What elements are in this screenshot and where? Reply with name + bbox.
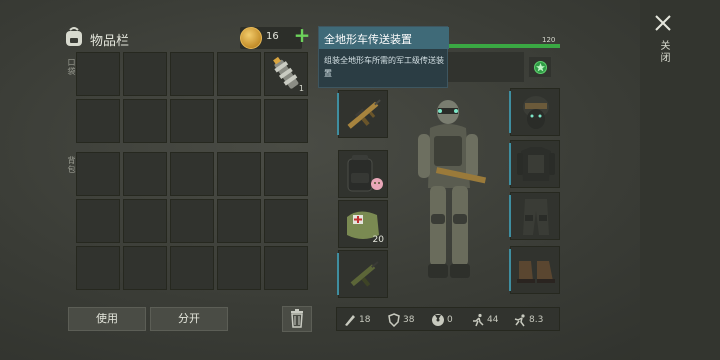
backpack-slot[interactable] xyxy=(217,199,261,243)
add-coins-button[interactable]: + xyxy=(292,24,312,48)
backpack-slot[interactable] xyxy=(170,246,214,290)
pants-slot[interactable] xyxy=(509,192,560,240)
helmet-icon xyxy=(523,96,549,129)
pocket-slot-teleporter[interactable]: 1 xyxy=(264,52,308,96)
item-quantity: 1 xyxy=(298,84,304,93)
inventory-header: 物品栏 16 + xyxy=(64,24,314,52)
backpack-slot[interactable] xyxy=(217,152,261,196)
backpack-grid xyxy=(76,152,308,290)
rank-button[interactable] xyxy=(528,56,552,78)
helmet-slot[interactable] xyxy=(509,88,560,136)
item-tooltip: 全地形车传送装置 组装全地形车所需的军工级传送装置 xyxy=(318,26,449,88)
backpack-slot[interactable] xyxy=(217,246,261,290)
pocket-slot[interactable] xyxy=(76,52,120,96)
body-armor-icon xyxy=(517,147,555,181)
consumable-quantity: 20 xyxy=(372,235,384,245)
boots-icon xyxy=(517,261,555,283)
backpack-slot[interactable] xyxy=(170,152,214,196)
experience-value: 120 xyxy=(542,36,556,44)
backpack-slot[interactable] xyxy=(264,152,308,196)
backpack-slot[interactable] xyxy=(264,199,308,243)
pocket-slot[interactable] xyxy=(123,52,167,96)
pocket-grid: 1 xyxy=(76,52,308,143)
backpack-equipment-slot[interactable] xyxy=(338,150,388,198)
secondary-weapon-slot[interactable] xyxy=(337,250,388,298)
knife-icon xyxy=(345,315,355,326)
backpack-slot[interactable] xyxy=(123,152,167,196)
tooltip-title: 全地形车传送装置 xyxy=(319,27,449,49)
player-character xyxy=(418,100,487,278)
inventory-title: 物品栏 xyxy=(90,34,130,49)
shield-icon xyxy=(388,313,400,327)
radiation-icon xyxy=(432,314,444,326)
trash-icon xyxy=(291,309,303,328)
pocket-slot[interactable] xyxy=(170,52,214,96)
pocket-slot[interactable] xyxy=(217,52,261,96)
backpack-icon xyxy=(66,27,82,46)
game-inventory-screen: 物品栏 16 + 口袋 1 背包 使用 分开 120 全地形车传送装置 组装全地… xyxy=(0,0,720,360)
pocket-slot[interactable] xyxy=(264,99,308,143)
backpack-slot[interactable] xyxy=(76,246,120,290)
consumable-slot[interactable]: 20 xyxy=(338,200,388,248)
use-button[interactable]: 使用 xyxy=(68,307,146,331)
submachine-gun-icon xyxy=(350,261,379,287)
pants-icon xyxy=(523,199,549,235)
right-side-strip xyxy=(640,0,720,360)
info-box xyxy=(448,52,524,82)
backpack-slot[interactable] xyxy=(170,199,214,243)
star-icon xyxy=(534,61,547,74)
backpack-slot[interactable] xyxy=(123,246,167,290)
pocket-slot[interactable] xyxy=(76,99,120,143)
primary-weapon-slot[interactable] xyxy=(337,90,388,138)
character-stats-bar: 18 38 0 44 8.3 xyxy=(336,307,560,331)
close-label[interactable]: 关闭 xyxy=(656,40,671,64)
backpack-slot[interactable] xyxy=(76,199,120,243)
body-armor-slot[interactable] xyxy=(509,140,560,188)
coin-icon xyxy=(240,27,262,49)
experience-bar xyxy=(448,44,560,48)
backpack-slot[interactable] xyxy=(123,199,167,243)
backpack-slot[interactable] xyxy=(264,246,308,290)
pocket-slot[interactable] xyxy=(170,99,214,143)
tooltip-description: 组装全地形车所需的军工级传送装置 xyxy=(324,56,444,78)
sneaking-icon xyxy=(514,314,525,327)
backpack-gear-icon xyxy=(347,155,383,192)
backpack-slot[interactable] xyxy=(76,152,120,196)
running-icon xyxy=(473,313,484,327)
close-icon[interactable] xyxy=(654,14,672,32)
split-button[interactable]: 分开 xyxy=(150,307,228,331)
pocket-slot[interactable] xyxy=(123,99,167,143)
trash-button[interactable] xyxy=(282,306,312,332)
pocket-slot[interactable] xyxy=(217,99,261,143)
assault-rifle-icon xyxy=(347,99,381,129)
boots-slot[interactable] xyxy=(509,246,560,294)
coin-count: 16 xyxy=(266,31,279,42)
